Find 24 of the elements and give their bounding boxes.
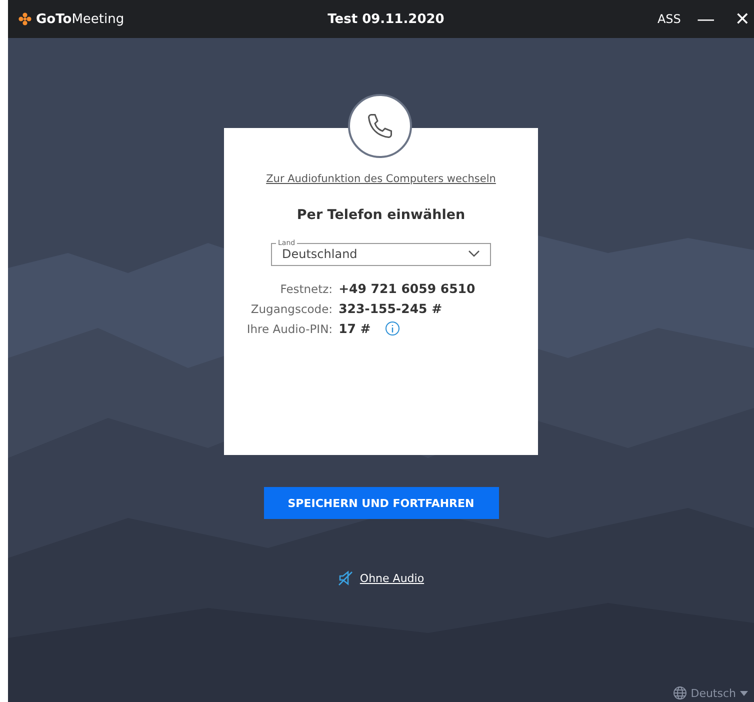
speaker-muted-icon <box>338 570 354 586</box>
minimize-button[interactable]: — <box>692 8 719 30</box>
language-label: Deutsch <box>690 686 736 700</box>
no-audio-link[interactable]: Ohne Audio <box>360 572 424 584</box>
country-value: Deutschland <box>282 247 358 261</box>
user-initials: ASS <box>657 12 681 26</box>
detail-value: +49 721 6059 6510 <box>338 281 476 296</box>
chevron-down-icon <box>468 250 480 258</box>
app-logo-text: GoToMeeting <box>36 12 124 26</box>
close-button[interactable]: ✕ <box>730 8 754 30</box>
detail-label: Zugangscode: <box>250 302 333 316</box>
dial-in-heading: Per Telefon einwählen <box>296 207 466 223</box>
caret-down-icon <box>740 690 748 696</box>
detail-label: Festnetz: <box>280 282 333 296</box>
info-icon[interactable] <box>384 321 400 336</box>
save-continue-button[interactable]: SPEICHERN UND FORTFAHREN <box>264 487 498 519</box>
switch-audio-link[interactable]: Zur Audiofunktion des Computers wechseln <box>266 173 496 185</box>
detail-label: Ihre Audio-PIN: <box>246 322 333 336</box>
window-title: Test 09.11.2020 <box>328 12 444 26</box>
globe-icon <box>672 686 687 700</box>
detail-value: 323-155-245 # <box>338 301 442 316</box>
detail-value: 17 # <box>338 321 371 336</box>
logo-icon <box>18 12 32 26</box>
language-selector[interactable]: Deutsch <box>672 686 748 700</box>
